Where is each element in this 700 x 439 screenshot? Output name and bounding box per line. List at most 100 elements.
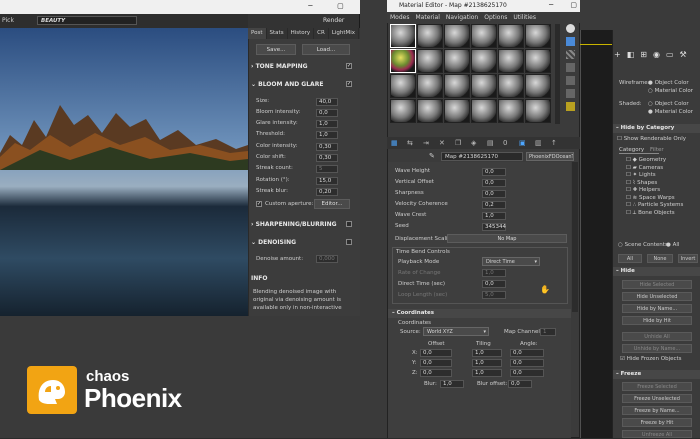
show-map-icon[interactable]: ▣ <box>519 139 526 147</box>
wireframe-material-color[interactable]: ○ Material Color <box>648 88 693 94</box>
tab-cr[interactable]: CR <box>314 28 329 39</box>
shaded-object-color[interactable]: ○ Object Color <box>648 101 689 107</box>
sample-slot[interactable] <box>417 74 443 98</box>
param-size-input[interactable]: 40,0 <box>316 98 338 106</box>
unhide-by-name-button[interactable]: Unhide by Name... <box>622 344 692 353</box>
wireframe-object-color[interactable]: ● Object Color <box>648 80 689 86</box>
menu-options[interactable]: Options <box>484 12 507 23</box>
seed-input[interactable]: 345344 <box>482 223 506 231</box>
backlight-icon[interactable] <box>566 37 575 46</box>
me-scrollbar[interactable] <box>572 162 578 312</box>
save-button[interactable]: Save... <box>256 44 296 55</box>
assign-material-icon[interactable]: ⇥ <box>423 139 429 147</box>
put-library-icon[interactable]: ▤ <box>487 139 494 147</box>
map-name-field[interactable]: Map #2138625170 <box>441 152 523 161</box>
category-shapes[interactable]: ☐ ⌇ Shapes <box>626 180 696 188</box>
show-renderable-checkbox[interactable]: ☐ Show Renderable Only <box>617 136 686 142</box>
minimize-icon[interactable]: ─ <box>308 2 312 12</box>
vfb-window-controls[interactable]: ─ ▢ <box>296 2 356 12</box>
copy-material-icon[interactable]: ❐ <box>455 139 461 147</box>
unfreeze-all-button[interactable]: Unfreeze All <box>622 430 692 438</box>
freeze-selected-button[interactable]: Freeze Selected <box>622 382 692 391</box>
sample-type-icon[interactable] <box>566 24 575 33</box>
rendered-image[interactable] <box>0 28 248 316</box>
tab-history[interactable]: History <box>288 28 315 39</box>
sample-slot[interactable] <box>390 74 416 98</box>
sample-slot[interactable] <box>498 74 524 98</box>
map-type-button[interactable]: PhoenixFDOceanTex <box>526 152 574 161</box>
sample-slot[interactable] <box>390 24 416 48</box>
direct-time-input[interactable]: 0,0 <box>482 280 506 288</box>
modify-icon[interactable]: ◧ <box>627 50 635 62</box>
utilities-icon[interactable]: ⚒ <box>680 50 687 62</box>
category-space-warps[interactable]: ☐ ≋ Space Warps <box>626 195 696 203</box>
sample-slot[interactable] <box>444 49 470 73</box>
tiling-x-input[interactable]: 1,0 <box>472 349 502 357</box>
tab-post[interactable]: Post <box>248 28 267 39</box>
category-lights[interactable]: ☐ ✦ Lights <box>626 172 696 180</box>
bloom-checkbox[interactable]: ✓ <box>346 81 352 87</box>
freeze-by-name-button[interactable]: Freeze by Name... <box>622 406 692 415</box>
sample-slot[interactable] <box>444 99 470 123</box>
vertical-offset-input[interactable]: 0,0 <box>482 179 506 187</box>
material-id-icon[interactable]: 0 <box>503 139 507 147</box>
wave-height-input[interactable]: 0,0 <box>482 168 506 176</box>
denoising-checkbox[interactable] <box>346 239 352 245</box>
put-to-scene-icon[interactable]: ⇆ <box>407 139 413 147</box>
offset-x-input[interactable]: 0,0 <box>420 349 452 357</box>
scene-contents-radio[interactable]: ○ Scene Contents <box>618 242 668 248</box>
tab-lightmix[interactable]: LightMix <box>329 28 360 39</box>
denoise-amount-input[interactable]: 0,000 <box>316 255 338 263</box>
sample-slot[interactable] <box>525 49 551 73</box>
category-helpers[interactable]: ☐ ✚ Helpers <box>626 187 696 195</box>
category-bone-objects[interactable]: ☐ ⟂ Bone Objects <box>626 210 696 218</box>
make-unique-icon[interactable]: ◈ <box>471 139 476 147</box>
motion-icon[interactable]: ◉ <box>653 50 660 62</box>
param-glare-intensity-input[interactable]: 1,0 <box>316 120 338 128</box>
freeze-unselected-button[interactable]: Freeze Unselected <box>622 394 692 403</box>
menu-modes[interactable]: Modes <box>390 12 409 23</box>
make-preview-icon[interactable] <box>566 89 575 98</box>
filter-invert-button[interactable]: Invert <box>678 254 698 263</box>
blur-offset-input[interactable]: 0,0 <box>508 380 532 388</box>
sample-slot[interactable] <box>417 99 443 123</box>
hierarchy-icon[interactable]: ⊞ <box>640 50 647 62</box>
eyedropper-icon[interactable]: ✎ <box>429 152 435 160</box>
offset-z-input[interactable]: 0,0 <box>420 369 452 377</box>
blur-input[interactable]: 1,0 <box>440 380 464 388</box>
sample-slot[interactable] <box>498 99 524 123</box>
shaded-material-color[interactable]: ● Material Color <box>648 109 693 115</box>
sample-slot[interactable] <box>417 49 443 73</box>
velocity-coherence-input[interactable]: 0,2 <box>482 201 506 209</box>
reset-map-icon[interactable]: ✕ <box>439 139 445 147</box>
tab-stats[interactable]: Stats <box>267 28 288 39</box>
channel-select[interactable]: BEAUTY <box>37 16 137 25</box>
show-end-result-icon[interactable]: ▥ <box>535 139 542 147</box>
me-window-controls[interactable]: ─ ▢ <box>549 1 577 11</box>
sample-slot[interactable] <box>498 49 524 73</box>
hide-by-hit-button[interactable]: Hide by Hit <box>622 316 692 325</box>
tiling-y-input[interactable]: 1,0 <box>472 359 502 367</box>
sample-slot[interactable] <box>498 24 524 48</box>
sample-slot-active[interactable] <box>390 49 416 73</box>
param-bloom-intensity-input[interactable]: 0,0 <box>316 109 338 117</box>
sample-slot[interactable] <box>471 99 497 123</box>
unhide-all-button[interactable]: Unhide All <box>622 332 692 341</box>
editor-button[interactable]: Editor... <box>314 199 350 209</box>
minimize-icon[interactable]: ─ <box>549 1 553 11</box>
sample-slot[interactable] <box>525 24 551 48</box>
playback-mode-select[interactable]: Direct Time ▾ <box>482 257 540 266</box>
sample-slot[interactable] <box>417 24 443 48</box>
hide-unselected-button[interactable]: Hide Unselected <box>622 292 692 301</box>
sample-slot[interactable] <box>471 49 497 73</box>
param-color-intensity-input[interactable]: 0,30 <box>316 143 338 151</box>
angle-z-input[interactable]: 0,0 <box>510 369 544 377</box>
display-icon[interactable]: ▭ <box>666 50 674 62</box>
wave-crest-input[interactable]: 1,0 <box>482 212 506 220</box>
create-icon[interactable]: + <box>614 50 621 62</box>
sharpness-input[interactable]: 0,0 <box>482 190 506 198</box>
hide-frozen-checkbox[interactable]: ☑ Hide Frozen Objects <box>620 356 682 362</box>
param-color-shift-input[interactable]: 0,30 <box>316 154 338 162</box>
menu-utilities[interactable]: Utilities <box>513 12 536 23</box>
sample-slot[interactable] <box>471 74 497 98</box>
